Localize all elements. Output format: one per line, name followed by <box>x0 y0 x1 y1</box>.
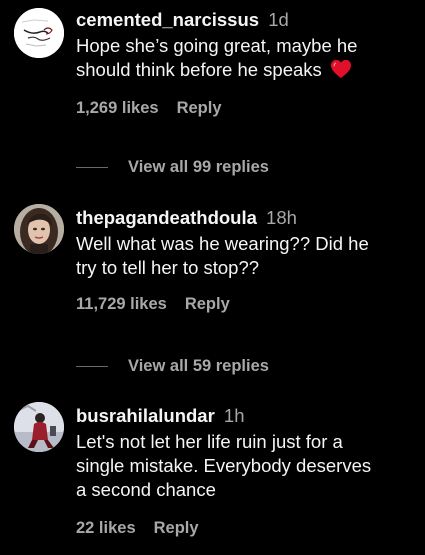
comment-text-line: Well what was he wearing?? Did he <box>76 233 369 254</box>
sketch-avatar-icon <box>14 8 64 58</box>
likes-count[interactable]: 22 likes <box>76 519 136 537</box>
comment-text-line: a second chance <box>76 479 216 500</box>
comment-header: cemented_narcissus 1d <box>76 8 417 32</box>
comment-text: Let's not let her life ruin just for a s… <box>76 430 417 502</box>
profile-photo-icon <box>14 402 64 452</box>
comment-text-line: Let's not let her life ruin just for a <box>76 431 343 452</box>
comment-text-line: try to tell her to stop?? <box>76 257 260 278</box>
likes-count[interactable]: 11,729 likes <box>76 295 167 313</box>
view-replies-label: View all 99 replies <box>128 157 269 176</box>
avatar[interactable] <box>14 8 64 58</box>
comment-actions: 1,269 likes Reply <box>76 99 417 118</box>
username[interactable]: thepagandeathdoula <box>76 207 257 228</box>
red-heart-emoji-icon <box>330 59 351 79</box>
reply-button[interactable]: Reply <box>185 295 230 313</box>
username[interactable]: busrahilalundar <box>76 405 215 426</box>
timestamp: 1h <box>223 405 245 426</box>
view-replies-label: View all 59 replies <box>128 356 269 375</box>
comment-actions: 11,729 likes Reply <box>76 295 417 314</box>
comment-header: busrahilalundar 1h <box>76 404 417 428</box>
comment-text: Well what was he wearing?? Did he try to… <box>76 232 417 280</box>
comment-actions: 22 likes Reply <box>76 519 417 538</box>
timestamp: 1d <box>268 9 289 30</box>
view-replies-button[interactable]: View all 99 replies <box>76 157 269 177</box>
comment-text: Hope she’s going great, maybe he should … <box>76 34 417 82</box>
comment-text-line: should think before he speaks <box>76 59 322 80</box>
profile-photo-icon <box>14 204 64 254</box>
username[interactable]: cemented_narcissus <box>76 9 259 30</box>
reply-button[interactable]: Reply <box>177 99 222 117</box>
view-replies-button[interactable]: View all 59 replies <box>76 356 269 376</box>
avatar[interactable] <box>14 204 64 254</box>
comment-text-line: single mistake. Everybody deserves <box>76 455 372 476</box>
reply-button[interactable]: Reply <box>154 519 199 537</box>
likes-count[interactable]: 1,269 likes <box>76 99 159 117</box>
avatar[interactable] <box>14 402 64 452</box>
divider-line <box>76 365 108 367</box>
comment-text-line: Hope she’s going great, maybe he <box>76 35 358 56</box>
comment-header: thepagandeathdoula 18h <box>76 206 417 230</box>
timestamp: 18h <box>266 207 297 228</box>
divider-line <box>76 166 108 168</box>
